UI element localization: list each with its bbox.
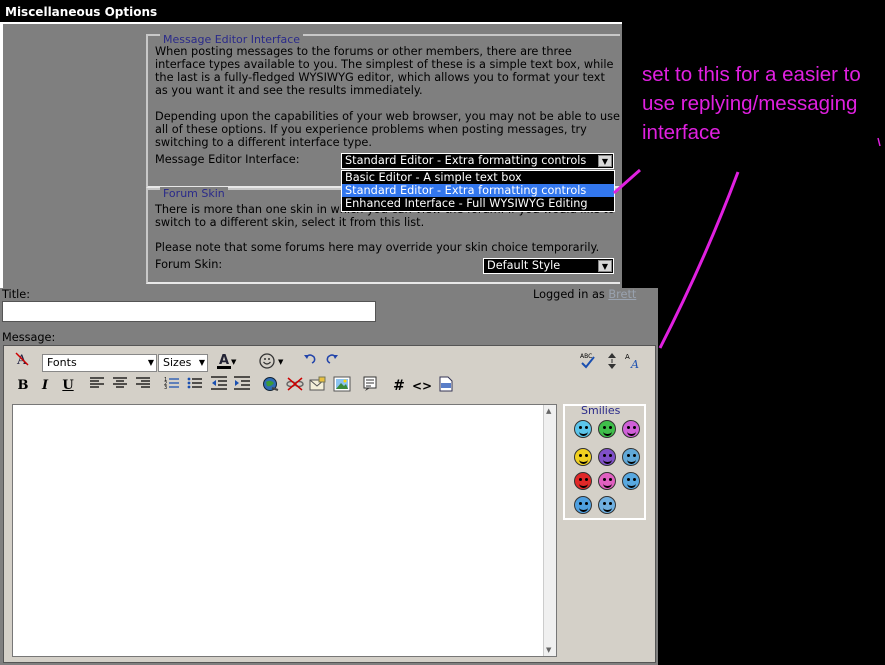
editor-option-basic[interactable]: Basic Editor - A simple text box — [342, 171, 614, 184]
shocked-icon[interactable] — [598, 496, 616, 514]
insert-image-icon[interactable] — [332, 376, 352, 396]
chevron-down-icon[interactable]: ▼ — [598, 260, 612, 272]
smiley-menu-icon[interactable]: ▼ — [258, 351, 284, 371]
text-color-icon[interactable]: A ▼ — [215, 351, 237, 371]
quote-icon[interactable] — [360, 376, 380, 396]
grin-icon[interactable] — [598, 420, 616, 438]
align-right-icon[interactable] — [133, 376, 153, 396]
align-left-icon[interactable] — [87, 376, 107, 396]
code-button[interactable]: <> — [412, 376, 432, 396]
svg-text:▼: ▼ — [231, 358, 237, 366]
resize-icon[interactable] — [602, 351, 622, 371]
indent-icon[interactable] — [232, 376, 252, 396]
logged-in-status: Logged in as Brett — [533, 288, 636, 301]
smilies-panel: Smilies — [563, 404, 646, 520]
forum-skin-select[interactable]: Default Style ▼ — [483, 258, 614, 274]
svg-text:3: 3 — [164, 385, 167, 390]
annotation-arrow-editor — [658, 171, 740, 349]
smiley-icon[interactable] — [574, 420, 592, 438]
options-panel: Miscellaneous Options Message Editor Int… — [0, 0, 622, 288]
switch-mode-icon[interactable]: AA — [624, 351, 644, 371]
scroll-down-icon[interactable]: ▼ — [546, 646, 551, 654]
happy-icon[interactable] — [574, 448, 592, 466]
editor-interface-dropdown[interactable]: Basic Editor - A simple text box Standar… — [341, 170, 615, 212]
unlink-icon[interactable] — [285, 376, 305, 396]
forum-skin-note: Please note that some forums here may ov… — [155, 241, 600, 254]
redo-icon[interactable] — [322, 351, 342, 371]
forum-skin-label: Forum Skin: — [155, 258, 223, 271]
unordered-list-icon[interactable] — [185, 376, 205, 396]
font-select[interactable]: Fonts ▼ — [42, 354, 157, 372]
editor-interface-note: Depending upon the capabilities of your … — [155, 110, 620, 149]
title-input[interactable] — [2, 301, 376, 322]
tongue-icon[interactable] — [622, 420, 640, 438]
size-select[interactable]: Sizes ▼ — [158, 354, 208, 372]
undo-icon[interactable] — [300, 351, 320, 371]
php-icon[interactable] — [436, 376, 456, 396]
textarea-scrollbar[interactable]: ▲ ▼ — [543, 405, 556, 656]
editor-interface-select[interactable]: Standard Editor - Extra formatting contr… — [341, 153, 614, 169]
angry-icon[interactable] — [574, 472, 592, 490]
blush-icon[interactable] — [598, 472, 616, 490]
chevron-down-icon: ▼ — [198, 358, 205, 367]
wink-icon[interactable] — [622, 472, 640, 490]
editor-interface-select-value: Standard Editor - Extra formatting contr… — [345, 154, 587, 167]
message-editor: A Fonts ▼ Sizes ▼ A ▼ ▼ ABC AA B I U 1 2… — [3, 345, 656, 663]
underline-button[interactable]: U — [58, 376, 78, 396]
bold-button[interactable]: B — [13, 376, 33, 396]
editor-interface-label: Message Editor Interface: — [155, 153, 300, 166]
post-form: Title: Logged in as Brett Message: A Fon… — [0, 288, 658, 665]
italic-button[interactable]: I — [35, 376, 55, 396]
insert-link-icon[interactable] — [261, 376, 281, 396]
outdent-icon[interactable] — [209, 376, 229, 396]
align-center-icon[interactable] — [110, 376, 130, 396]
message-textarea[interactable]: ▲ ▼ — [12, 404, 557, 657]
scroll-up-icon[interactable]: ▲ — [546, 407, 551, 415]
size-select-label: Sizes — [163, 356, 192, 369]
message-label: Message: — [2, 331, 56, 344]
title-label: Title: — [2, 288, 31, 301]
sad-icon[interactable] — [598, 448, 616, 466]
hash-button[interactable]: # — [389, 376, 409, 396]
smilies-label: Smilies — [581, 404, 621, 417]
logged-in-label: Logged in as — [533, 288, 605, 301]
spellcheck-icon[interactable]: ABC — [578, 351, 598, 371]
font-select-label: Fonts — [47, 356, 77, 369]
svg-text:ABC: ABC — [580, 353, 592, 360]
cool-icon[interactable] — [574, 496, 592, 514]
remove-format-icon[interactable]: A — [12, 351, 32, 371]
ordered-list-icon[interactable]: 123 — [162, 376, 182, 396]
annotation-note: set to this for a easier to use replying… — [642, 63, 861, 144]
forum-skin-legend: Forum Skin — [160, 187, 228, 200]
chevron-down-icon: ▼ — [147, 358, 154, 367]
options-header: Miscellaneous Options — [0, 0, 622, 22]
confused-icon[interactable] — [622, 448, 640, 466]
svg-text:▼: ▼ — [278, 358, 284, 366]
chevron-down-icon[interactable]: ▼ — [598, 155, 612, 167]
email-link-icon[interactable] — [308, 376, 328, 396]
editor-option-standard[interactable]: Standard Editor - Extra formatting contr… — [342, 184, 614, 197]
editor-option-enhanced[interactable]: Enhanced Interface - Full WYSIWYG Editin… — [342, 197, 614, 210]
logged-in-user-link[interactable]: Brett — [608, 288, 636, 301]
svg-text:A: A — [625, 353, 630, 361]
forum-skin-select-value: Default Style — [487, 259, 561, 272]
svg-text:A: A — [630, 358, 639, 371]
editor-interface-description: When posting messages to the forums or o… — [155, 45, 614, 97]
svg-text:A: A — [219, 353, 229, 368]
